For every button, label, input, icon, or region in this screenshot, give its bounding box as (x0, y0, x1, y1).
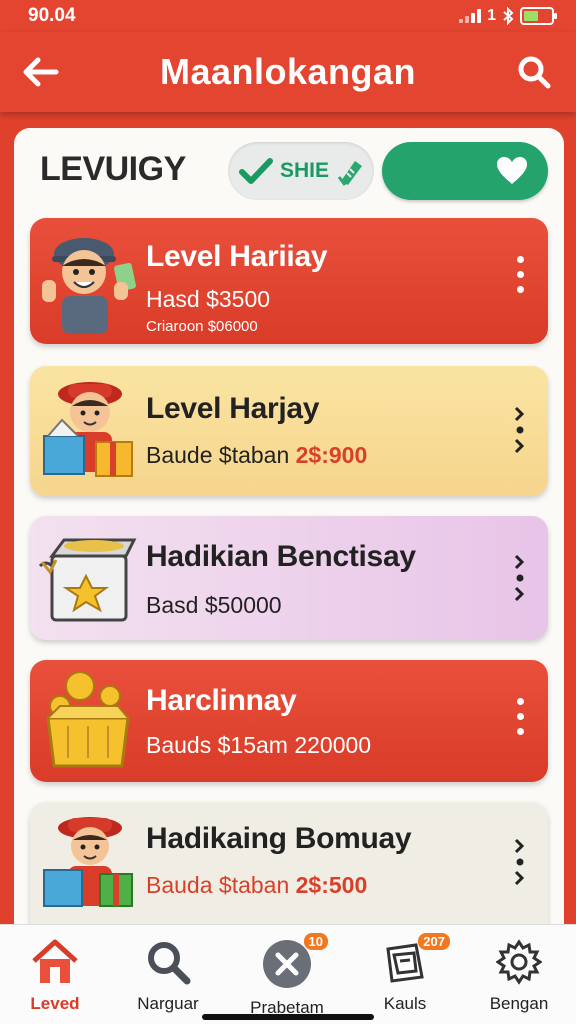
nav-item-kauls[interactable]: 207 Kauls (350, 933, 460, 1014)
more-options-button[interactable] (512, 256, 528, 301)
card-detail: Baude $taban 2$:900 (146, 442, 367, 469)
card-detail-highlight: 2$:900 (295, 442, 368, 468)
card-title: Level Harjay (146, 392, 320, 425)
delivery-person-icon (43, 382, 133, 477)
list-item[interactable]: Level Hariiay Hasd $3500 Criaroon $06000 (30, 218, 548, 344)
nav-item-narguar[interactable]: Narguar (113, 939, 223, 1014)
signal-text: 1 (487, 7, 496, 24)
card-detail-prefix: Bauda $taban (146, 872, 290, 898)
card-title: Level Hariiay (146, 240, 328, 273)
list-item[interactable]: Harclinnay Bauds $15am 220000 (30, 660, 548, 782)
nav-label: Bengan (489, 994, 549, 1013)
home-indicator[interactable] (202, 1014, 374, 1020)
search-icon (518, 56, 551, 89)
card-title: Hadikian Benctisay (146, 540, 416, 573)
card-detail: Hasd $3500 (146, 286, 271, 312)
notification-badge: 207 (418, 933, 450, 950)
nav-label: Kauls (383, 994, 427, 1013)
worker-avatar-icon (42, 238, 136, 334)
card-detail-highlight: 2$:500 (295, 872, 368, 898)
treasure-box-icon (38, 538, 137, 622)
nav-item-prabetam[interactable]: 10 Prabetam (232, 933, 342, 1018)
expand-chevrons-icon[interactable] (512, 552, 528, 604)
home-icon (32, 939, 78, 983)
share-chip[interactable]: SHIE (228, 142, 374, 200)
search-button[interactable] (512, 50, 556, 94)
delivery-person-icon (43, 817, 133, 907)
back-button[interactable] (18, 50, 62, 94)
nav-label: Leved (30, 994, 80, 1013)
expand-chevrons-icon[interactable] (512, 836, 528, 888)
card-detail-prefix: Baude $taban (146, 442, 290, 468)
card-detail: Bauds $15am 220000 (146, 732, 372, 758)
favorite-toggle[interactable] (382, 142, 548, 200)
more-options-button[interactable] (512, 698, 528, 743)
nav-item-bengan[interactable]: Bengan (464, 939, 574, 1014)
search-icon (148, 942, 191, 985)
bottom-nav: Leved Narguar 10 Prabetam 207 Kauls Beng… (0, 924, 576, 1024)
coin-crate-icon (46, 671, 130, 768)
back-arrow-icon (23, 57, 59, 87)
checkmark-icon (239, 158, 273, 184)
expand-chevrons-icon[interactable] (512, 404, 528, 456)
nav-label: Narguar (137, 994, 199, 1013)
gear-icon (495, 939, 543, 985)
card-title: Harclinnay (146, 684, 297, 717)
app-header: Maanlokangan (0, 32, 576, 112)
notification-badge: 10 (303, 933, 328, 950)
nav-item-leved[interactable]: Leved (0, 939, 110, 1014)
status-indicators: 1 (459, 7, 557, 25)
share-chip-label: SHIE (280, 159, 330, 182)
card-detail: Bauda $taban 2$:500 (146, 872, 367, 899)
list-item[interactable]: Hadikian Benctisay Basd $50000 (30, 516, 548, 640)
card-subdetail: Criaroon $06000 (146, 318, 258, 335)
status-time: 90.04 (28, 5, 76, 26)
signal-icon (459, 9, 482, 23)
status-bar: 90.04 1 (0, 0, 576, 32)
heart-icon (497, 157, 527, 184)
bluetooth-icon (503, 7, 514, 25)
page-title: Maanlokangan (159, 51, 417, 92)
battery-icon (520, 7, 557, 25)
tag-icon (337, 161, 363, 186)
card-detail: Basd $50000 (146, 592, 282, 618)
section-title: LEVUIGY (40, 150, 186, 188)
main-panel: LEVUIGY SHIE Level Hariiay Hasd $3500 Cr… (14, 128, 564, 948)
list-item[interactable]: Level Harjay Baude $taban 2$:900 (30, 366, 548, 496)
card-title: Hadikaing Bomuay (146, 822, 412, 855)
